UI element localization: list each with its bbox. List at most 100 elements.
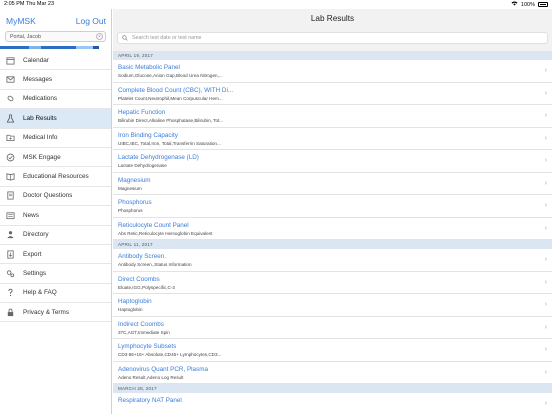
sidebar-item-label: News xyxy=(23,211,39,219)
search-input[interactable]: Search test date or test name xyxy=(117,32,548,44)
lab-test-name: Basic Metabolic Panel xyxy=(118,64,180,71)
lab-test-components: Abs Retic,Reticulocyte Hemoglobin Equiva… xyxy=(118,230,213,236)
lab-test-name: Adenovirus Quant PCR, Plasma xyxy=(118,365,208,373)
lab-test-components: Antibody Screen.,Status Information xyxy=(118,262,192,267)
sidebar-item-doctor-questions[interactable]: Doctor Questions xyxy=(0,187,111,207)
sidebar-item-news[interactable]: News xyxy=(0,206,111,226)
status-right: 100% xyxy=(511,1,548,8)
lab-result-row[interactable]: Respiratory NAT Panel › xyxy=(113,393,552,414)
newspaper-icon xyxy=(6,211,15,220)
lab-result-row[interactable]: Complete Blood Count (CBC), WITH Di... Pl… xyxy=(113,82,552,105)
search-icon xyxy=(122,35,128,41)
lab-result-row[interactable]: Phosphorus Phosphorus › xyxy=(113,195,552,218)
lab-test-components: Platelet Count,Neutrophil,Mean Corpuscul… xyxy=(118,95,223,101)
app-logo: MyMSK xyxy=(6,16,36,26)
chevron-right-icon: › xyxy=(544,323,547,331)
sidebar-item-privacy-terms[interactable]: Privacy & Terms xyxy=(0,303,111,323)
sidebar-item-medical-info[interactable]: Medical Info xyxy=(0,129,111,148)
lock-icon xyxy=(6,308,15,317)
lab-test-name: Phosphorus xyxy=(118,199,152,206)
lab-test-components: Bilirubin Direct,Alkaline Phosphatase,Bi… xyxy=(118,118,224,123)
lab-result-row[interactable]: Basic Metabolic Panel Sodium,Glucose,Anio… xyxy=(113,60,552,83)
sidebar-item-help-faq[interactable]: Help & FAQ xyxy=(0,284,111,304)
lab-result-row[interactable]: Lymphocyte Subsets CD3-56+16+ Absolute,CD… xyxy=(113,339,552,362)
chevron-right-icon: › xyxy=(544,179,547,187)
sidebar-item-msk-engage[interactable]: MSK Engage xyxy=(0,148,111,168)
envelope-icon xyxy=(6,75,15,84)
lab-test-components: Adeno Result,Adeno Log Result xyxy=(118,374,184,380)
lab-test-name: Direct Coombs xyxy=(118,275,160,283)
lab-test-components: Sodium,Glucose,Anion Gap,Blood Urea Nitr… xyxy=(118,73,223,78)
book-icon xyxy=(6,172,15,181)
chevron-right-icon: › xyxy=(544,278,547,286)
chevron-right-icon: › xyxy=(544,400,547,407)
sidebar-item-label: Directory xyxy=(23,231,49,239)
lab-result-row[interactable]: Reticulocyte Count Panel Abs Retic,Reticu… xyxy=(113,217,552,240)
chevron-right-icon: › xyxy=(544,256,547,263)
lab-test-name: Respiratory NAT Panel xyxy=(118,397,182,404)
sidebar-item-settings[interactable]: Settings xyxy=(0,264,111,284)
sidebar-item-label: Messages xyxy=(23,76,53,84)
sidebar-item-label: MSK Engage xyxy=(23,153,61,161)
sidebar-item-lab-results[interactable]: Lab Results xyxy=(0,109,111,129)
lab-test-components: Magnesium xyxy=(118,185,142,191)
status-time: 2:05 PM Thu Mar 23 xyxy=(4,1,55,7)
sidebar-item-medications[interactable]: Medications xyxy=(0,90,111,110)
lab-test-name: Antibody Screen. xyxy=(118,253,166,260)
lab-result-row[interactable]: Magnesium Magnesium › xyxy=(113,172,552,195)
sidebar-item-educational-resources[interactable]: Educational Resources xyxy=(0,167,111,187)
lab-result-row[interactable]: Hepatic Function Bilirubin Direct,Alkalin… xyxy=(113,105,552,128)
sidebar-item-directory[interactable]: Directory xyxy=(0,226,111,245)
sidebar-item-messages[interactable]: Messages xyxy=(0,70,111,90)
brand-stripe-segment xyxy=(0,46,30,49)
lab-test-name: Iron Binding Capacity xyxy=(118,131,178,139)
chevron-right-icon: › xyxy=(544,134,547,142)
sidebar-item-calendar[interactable]: Calendar xyxy=(0,51,111,71)
sidebar-item-label: Privacy & Terms xyxy=(23,308,70,316)
pill-icon xyxy=(6,94,15,103)
sidebar-item-label: Lab Results xyxy=(23,114,57,122)
sidebar-item-label: Calendar xyxy=(23,56,49,64)
person-icon xyxy=(6,230,15,239)
lab-result-row[interactable]: Lactate Dehydrogenase (LD) Lactate Dehydr… xyxy=(113,150,552,173)
lab-test-components: Phosphorus xyxy=(118,208,143,213)
patient-selector[interactable]: Portal, Jacob × xyxy=(5,31,106,42)
chevron-right-icon: › xyxy=(544,346,547,353)
sidebar-menu: Calendar Messages Medications Lab Results Me… xyxy=(0,51,111,323)
sidebar-item-label: Help & FAQ xyxy=(23,289,57,297)
gear-icon xyxy=(6,269,15,278)
lab-result-row[interactable]: Antibody Screen. Antibody Screen.,Status … xyxy=(113,249,552,272)
lab-test-name: Reticulocyte Count Panel xyxy=(118,221,189,229)
lab-result-row[interactable]: Direct Coombs Eluate,IGG,Polyspecific,C-3… xyxy=(113,271,552,294)
battery-percent: 100% xyxy=(520,1,535,8)
section-date-header: APRIL 11, 2017 xyxy=(113,240,552,249)
lab-test-name: Hepatic Function xyxy=(118,109,166,116)
status-bar: 2:05 PM Thu Mar 23 100% xyxy=(0,0,552,9)
chevron-right-icon: › xyxy=(544,89,547,97)
sidebar-item-label: Doctor Questions xyxy=(23,192,73,200)
sidebar-item-export[interactable]: Export xyxy=(0,245,111,265)
export-icon xyxy=(6,250,15,259)
sidebar-item-label: Export xyxy=(23,250,42,258)
chevron-right-icon: › xyxy=(544,67,547,74)
lab-results-list: APRIL 19, 2017 Basic Metabolic Panel Sodiu… xyxy=(113,51,552,414)
lab-result-row[interactable]: Indirect Coombs 37C,AGT,Immediate Spin › xyxy=(113,316,552,339)
patient-name: Portal, Jacob xyxy=(10,34,41,40)
close-icon[interactable]: × xyxy=(96,33,103,40)
lab-result-row[interactable]: Adenovirus Quant PCR, Plasma Adeno Result… xyxy=(113,361,552,384)
lab-test-name: Haptoglobin xyxy=(118,298,152,305)
lab-test-components: Haptoglobin xyxy=(118,307,143,312)
lab-test-components: CD3-56+16+ Absolute,CD45+ Lymphocytes,CD… xyxy=(118,352,222,357)
sidebar-item-label: Medications xyxy=(23,95,58,103)
lab-result-row[interactable]: Iron Binding Capacity UIBC,IBC, Total,Iro… xyxy=(113,127,552,150)
lab-test-components: 37C,AGT,Immediate Spin xyxy=(118,329,170,335)
chevron-right-icon: › xyxy=(544,368,547,376)
lab-test-name: Lactate Dehydrogenase (LD) xyxy=(118,154,199,161)
main-panel: Lab Results Search test date or test nam… xyxy=(113,9,552,414)
chevron-right-icon: › xyxy=(544,112,547,119)
brand-stripe-segment xyxy=(75,46,94,49)
sidebar-item-label: Medical Info xyxy=(23,134,58,142)
section-date-header: APRIL 19, 2017 xyxy=(113,51,552,60)
logout-button[interactable]: Log Out xyxy=(76,16,106,26)
lab-result-row[interactable]: Haptoglobin Haptoglobin › xyxy=(113,294,552,317)
